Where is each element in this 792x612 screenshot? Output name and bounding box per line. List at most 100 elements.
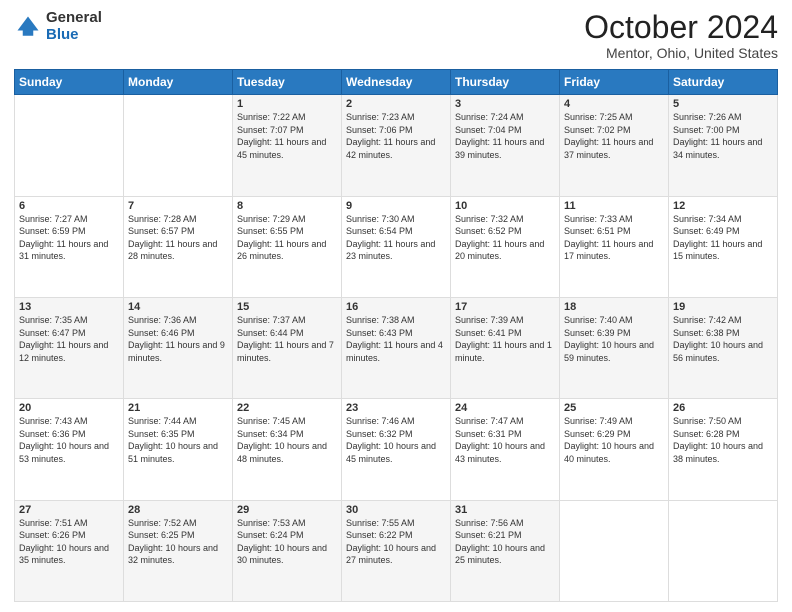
- day-info: Sunrise: 7:25 AMSunset: 7:02 PMDaylight:…: [564, 111, 664, 161]
- calendar-cell: 13Sunrise: 7:35 AMSunset: 6:47 PMDayligh…: [15, 297, 124, 398]
- day-info: Sunrise: 7:29 AMSunset: 6:55 PMDaylight:…: [237, 213, 337, 263]
- day-info: Sunrise: 7:52 AMSunset: 6:25 PMDaylight:…: [128, 517, 228, 567]
- weekday-header: Wednesday: [342, 70, 451, 95]
- day-info: Sunrise: 7:32 AMSunset: 6:52 PMDaylight:…: [455, 213, 555, 263]
- day-number: 16: [346, 301, 446, 313]
- calendar-cell: 24Sunrise: 7:47 AMSunset: 6:31 PMDayligh…: [451, 399, 560, 500]
- calendar-week-row: 1Sunrise: 7:22 AMSunset: 7:07 PMDaylight…: [15, 95, 778, 196]
- calendar-cell: [15, 95, 124, 196]
- calendar-cell: 22Sunrise: 7:45 AMSunset: 6:34 PMDayligh…: [233, 399, 342, 500]
- day-number: 28: [128, 504, 228, 516]
- day-number: 18: [564, 301, 664, 313]
- day-number: 7: [128, 200, 228, 212]
- day-info: Sunrise: 7:23 AMSunset: 7:06 PMDaylight:…: [346, 111, 446, 161]
- logo-icon: [14, 13, 42, 41]
- calendar-cell: 20Sunrise: 7:43 AMSunset: 6:36 PMDayligh…: [15, 399, 124, 500]
- calendar-header-row: SundayMondayTuesdayWednesdayThursdayFrid…: [15, 70, 778, 95]
- day-info: Sunrise: 7:40 AMSunset: 6:39 PMDaylight:…: [564, 314, 664, 364]
- day-number: 14: [128, 301, 228, 313]
- weekday-header: Saturday: [669, 70, 778, 95]
- calendar-cell: [124, 95, 233, 196]
- day-number: 29: [237, 504, 337, 516]
- calendar-cell: 3Sunrise: 7:24 AMSunset: 7:04 PMDaylight…: [451, 95, 560, 196]
- day-number: 23: [346, 402, 446, 414]
- day-number: 10: [455, 200, 555, 212]
- day-number: 24: [455, 402, 555, 414]
- day-info: Sunrise: 7:51 AMSunset: 6:26 PMDaylight:…: [19, 517, 119, 567]
- logo-general-text: General: [46, 10, 102, 27]
- day-info: Sunrise: 7:38 AMSunset: 6:43 PMDaylight:…: [346, 314, 446, 364]
- day-info: Sunrise: 7:35 AMSunset: 6:47 PMDaylight:…: [19, 314, 119, 364]
- calendar-cell: 12Sunrise: 7:34 AMSunset: 6:49 PMDayligh…: [669, 196, 778, 297]
- day-number: 15: [237, 301, 337, 313]
- calendar-week-row: 13Sunrise: 7:35 AMSunset: 6:47 PMDayligh…: [15, 297, 778, 398]
- calendar-cell: 1Sunrise: 7:22 AMSunset: 7:07 PMDaylight…: [233, 95, 342, 196]
- calendar-table: SundayMondayTuesdayWednesdayThursdayFrid…: [14, 69, 778, 602]
- calendar-cell: 15Sunrise: 7:37 AMSunset: 6:44 PMDayligh…: [233, 297, 342, 398]
- calendar-week-row: 6Sunrise: 7:27 AMSunset: 6:59 PMDaylight…: [15, 196, 778, 297]
- calendar-cell: 21Sunrise: 7:44 AMSunset: 6:35 PMDayligh…: [124, 399, 233, 500]
- day-number: 6: [19, 200, 119, 212]
- day-number: 25: [564, 402, 664, 414]
- sub-title: Mentor, Ohio, United States: [584, 45, 778, 61]
- calendar-cell: 17Sunrise: 7:39 AMSunset: 6:41 PMDayligh…: [451, 297, 560, 398]
- calendar-cell: 28Sunrise: 7:52 AMSunset: 6:25 PMDayligh…: [124, 500, 233, 601]
- calendar-cell: 10Sunrise: 7:32 AMSunset: 6:52 PMDayligh…: [451, 196, 560, 297]
- page: General Blue October 2024 Mentor, Ohio, …: [0, 0, 792, 612]
- header: General Blue October 2024 Mentor, Ohio, …: [14, 10, 778, 61]
- day-info: Sunrise: 7:26 AMSunset: 7:00 PMDaylight:…: [673, 111, 773, 161]
- day-info: Sunrise: 7:50 AMSunset: 6:28 PMDaylight:…: [673, 415, 773, 465]
- day-number: 20: [19, 402, 119, 414]
- day-info: Sunrise: 7:27 AMSunset: 6:59 PMDaylight:…: [19, 213, 119, 263]
- day-number: 26: [673, 402, 773, 414]
- calendar-cell: 9Sunrise: 7:30 AMSunset: 6:54 PMDaylight…: [342, 196, 451, 297]
- calendar-cell: 26Sunrise: 7:50 AMSunset: 6:28 PMDayligh…: [669, 399, 778, 500]
- calendar-cell: 30Sunrise: 7:55 AMSunset: 6:22 PMDayligh…: [342, 500, 451, 601]
- day-info: Sunrise: 7:46 AMSunset: 6:32 PMDaylight:…: [346, 415, 446, 465]
- calendar-cell: 6Sunrise: 7:27 AMSunset: 6:59 PMDaylight…: [15, 196, 124, 297]
- calendar-cell: 29Sunrise: 7:53 AMSunset: 6:24 PMDayligh…: [233, 500, 342, 601]
- day-info: Sunrise: 7:49 AMSunset: 6:29 PMDaylight:…: [564, 415, 664, 465]
- day-number: 17: [455, 301, 555, 313]
- calendar-cell: 31Sunrise: 7:56 AMSunset: 6:21 PMDayligh…: [451, 500, 560, 601]
- weekday-header: Tuesday: [233, 70, 342, 95]
- calendar-cell: 14Sunrise: 7:36 AMSunset: 6:46 PMDayligh…: [124, 297, 233, 398]
- calendar-cell: 19Sunrise: 7:42 AMSunset: 6:38 PMDayligh…: [669, 297, 778, 398]
- calendar-cell: [560, 500, 669, 601]
- day-number: 13: [19, 301, 119, 313]
- day-info: Sunrise: 7:42 AMSunset: 6:38 PMDaylight:…: [673, 314, 773, 364]
- day-info: Sunrise: 7:33 AMSunset: 6:51 PMDaylight:…: [564, 213, 664, 263]
- day-info: Sunrise: 7:47 AMSunset: 6:31 PMDaylight:…: [455, 415, 555, 465]
- main-title: October 2024: [584, 10, 778, 45]
- weekday-header: Thursday: [451, 70, 560, 95]
- calendar-cell: 25Sunrise: 7:49 AMSunset: 6:29 PMDayligh…: [560, 399, 669, 500]
- calendar-cell: 16Sunrise: 7:38 AMSunset: 6:43 PMDayligh…: [342, 297, 451, 398]
- day-number: 11: [564, 200, 664, 212]
- day-info: Sunrise: 7:37 AMSunset: 6:44 PMDaylight:…: [237, 314, 337, 364]
- day-number: 4: [564, 98, 664, 110]
- day-number: 30: [346, 504, 446, 516]
- day-info: Sunrise: 7:55 AMSunset: 6:22 PMDaylight:…: [346, 517, 446, 567]
- calendar-cell: 18Sunrise: 7:40 AMSunset: 6:39 PMDayligh…: [560, 297, 669, 398]
- day-info: Sunrise: 7:44 AMSunset: 6:35 PMDaylight:…: [128, 415, 228, 465]
- day-number: 8: [237, 200, 337, 212]
- calendar-cell: 8Sunrise: 7:29 AMSunset: 6:55 PMDaylight…: [233, 196, 342, 297]
- day-info: Sunrise: 7:36 AMSunset: 6:46 PMDaylight:…: [128, 314, 228, 364]
- calendar-cell: 5Sunrise: 7:26 AMSunset: 7:00 PMDaylight…: [669, 95, 778, 196]
- title-block: October 2024 Mentor, Ohio, United States: [584, 10, 778, 61]
- day-info: Sunrise: 7:30 AMSunset: 6:54 PMDaylight:…: [346, 213, 446, 263]
- weekday-header: Friday: [560, 70, 669, 95]
- calendar-week-row: 27Sunrise: 7:51 AMSunset: 6:26 PMDayligh…: [15, 500, 778, 601]
- day-number: 1: [237, 98, 337, 110]
- calendar-cell: 4Sunrise: 7:25 AMSunset: 7:02 PMDaylight…: [560, 95, 669, 196]
- day-number: 9: [346, 200, 446, 212]
- day-number: 21: [128, 402, 228, 414]
- weekday-header: Sunday: [15, 70, 124, 95]
- day-info: Sunrise: 7:53 AMSunset: 6:24 PMDaylight:…: [237, 517, 337, 567]
- day-info: Sunrise: 7:45 AMSunset: 6:34 PMDaylight:…: [237, 415, 337, 465]
- day-info: Sunrise: 7:56 AMSunset: 6:21 PMDaylight:…: [455, 517, 555, 567]
- calendar-cell: 11Sunrise: 7:33 AMSunset: 6:51 PMDayligh…: [560, 196, 669, 297]
- day-number: 5: [673, 98, 773, 110]
- weekday-header: Monday: [124, 70, 233, 95]
- day-info: Sunrise: 7:34 AMSunset: 6:49 PMDaylight:…: [673, 213, 773, 263]
